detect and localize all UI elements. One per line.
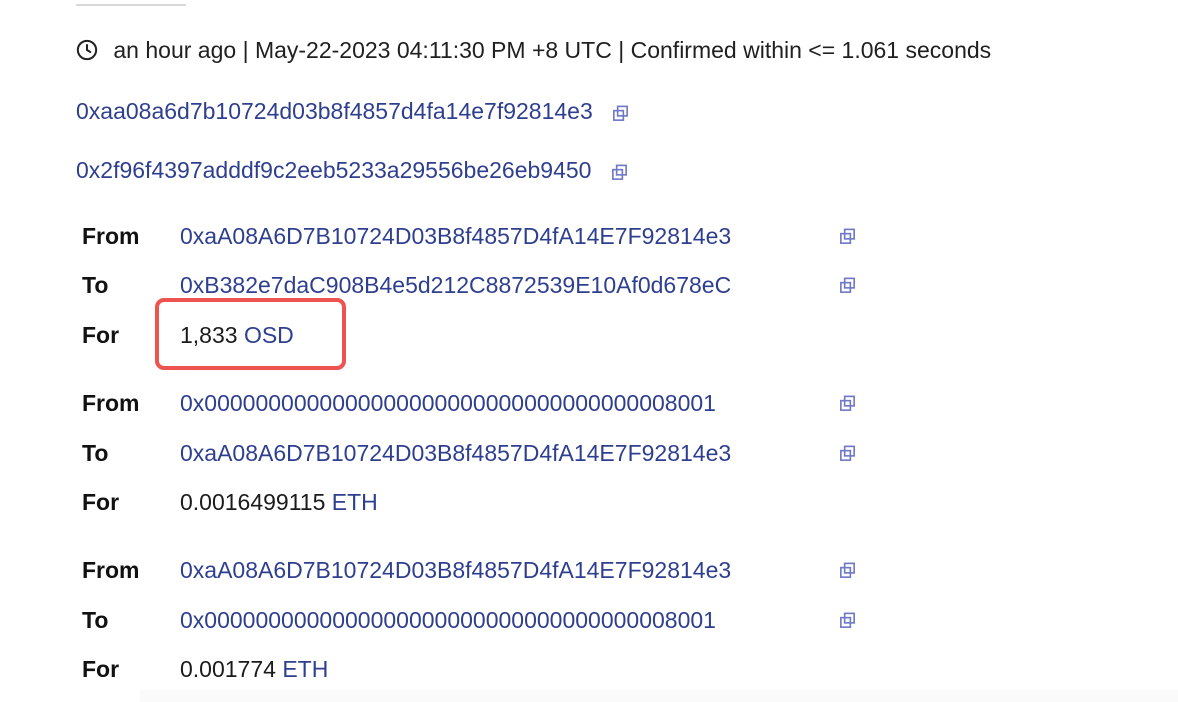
for-label: For bbox=[82, 489, 120, 515]
to-address-link[interactable]: 0xaA08A6D7B10724D03B8f4857D4fA14E7F92814… bbox=[180, 436, 731, 470]
transaction-time-status: an hour ago | May-22-2023 04:11:30 PM +8… bbox=[76, 33, 991, 67]
token-symbol-link[interactable]: ETH bbox=[332, 489, 378, 515]
highlighted-amount-box bbox=[155, 298, 346, 370]
from-label: From bbox=[82, 223, 140, 249]
eth-transfer-amount-row: For 0.0016499115 ETH bbox=[82, 485, 942, 519]
bottom-panel-shade bbox=[140, 690, 1178, 702]
to-label: To bbox=[82, 272, 109, 298]
from-label: From bbox=[82, 557, 140, 583]
transfer-amount: 0.001774 ETH bbox=[180, 652, 328, 686]
token-transfer-from-row: From 0xaA08A6D7B10724D03B8f4857D4fA14E7F… bbox=[82, 219, 942, 253]
confirmation-status: Confirmed within <= 1.061 seconds bbox=[630, 37, 992, 63]
copy-icon[interactable] bbox=[838, 227, 857, 246]
copy-icon[interactable] bbox=[838, 394, 857, 413]
copy-icon[interactable] bbox=[838, 444, 857, 463]
token-symbol-link[interactable]: ETH bbox=[282, 656, 328, 682]
from-address-link[interactable]: 0x00000000000000000000000000000000000080… bbox=[180, 386, 716, 420]
to-address-link[interactable]: 0x00000000000000000000000000000000000080… bbox=[180, 603, 716, 637]
for-label: For bbox=[82, 656, 120, 682]
transaction-details-page: an hour ago | May-22-2023 04:11:30 PM +8… bbox=[0, 0, 1178, 702]
meta-separator: | bbox=[242, 37, 249, 63]
for-label: For bbox=[82, 322, 120, 348]
eth-fee-transfer-from-row: From 0xaA08A6D7B10724D03B8f4857D4fA14E7F… bbox=[82, 553, 942, 587]
token-transfer-to-row: To 0xB382e7daC908B4e5d212C8872539E10Af0d… bbox=[82, 268, 942, 302]
copy-icon[interactable] bbox=[838, 561, 857, 580]
transaction-from-address-line: 0xaa08a6d7b10724d03b8f4857d4fa14e7f92814… bbox=[76, 94, 630, 128]
to-address-link[interactable]: 0x2f96f4397adddf9c2eeb5233a29556be26eb94… bbox=[76, 157, 591, 183]
amount-value: 0.001774 bbox=[180, 656, 276, 682]
to-label: To bbox=[82, 607, 109, 633]
meta-separator: | bbox=[618, 37, 625, 63]
cropped-heading-divider bbox=[76, 0, 186, 6]
eth-fee-transfer-to-row: To 0x00000000000000000000000000000000000… bbox=[82, 603, 942, 637]
clock-icon bbox=[76, 39, 98, 61]
copy-icon[interactable] bbox=[611, 104, 630, 123]
eth-transfer-to-row: To 0xaA08A6D7B10724D03B8f4857D4fA14E7F92… bbox=[82, 436, 942, 470]
from-address-link[interactable]: 0xaA08A6D7B10724D03B8f4857D4fA14E7F92814… bbox=[180, 219, 731, 253]
to-label: To bbox=[82, 440, 109, 466]
copy-icon[interactable] bbox=[610, 163, 629, 182]
eth-fee-transfer-amount-row: For 0.001774 ETH bbox=[82, 652, 942, 686]
eth-transfer-from-row: From 0x000000000000000000000000000000000… bbox=[82, 386, 942, 420]
from-label: From bbox=[82, 390, 140, 416]
copy-icon[interactable] bbox=[838, 611, 857, 630]
from-address-link[interactable]: 0xaA08A6D7B10724D03B8f4857D4fA14E7F92814… bbox=[180, 553, 731, 587]
to-address-link[interactable]: 0xB382e7daC908B4e5d212C8872539E10Af0d678… bbox=[180, 268, 731, 302]
transfer-amount: 0.0016499115 ETH bbox=[180, 485, 378, 519]
from-address-link[interactable]: 0xaa08a6d7b10724d03b8f4857d4fa14e7f92814… bbox=[76, 98, 593, 124]
copy-icon[interactable] bbox=[838, 276, 857, 295]
amount-value: 0.0016499115 bbox=[180, 489, 326, 515]
relative-time: an hour ago bbox=[113, 37, 237, 63]
transaction-timestamp: May-22-2023 04:11:30 PM +8 UTC bbox=[254, 37, 612, 63]
transaction-to-address-line: 0x2f96f4397adddf9c2eeb5233a29556be26eb94… bbox=[76, 153, 629, 187]
